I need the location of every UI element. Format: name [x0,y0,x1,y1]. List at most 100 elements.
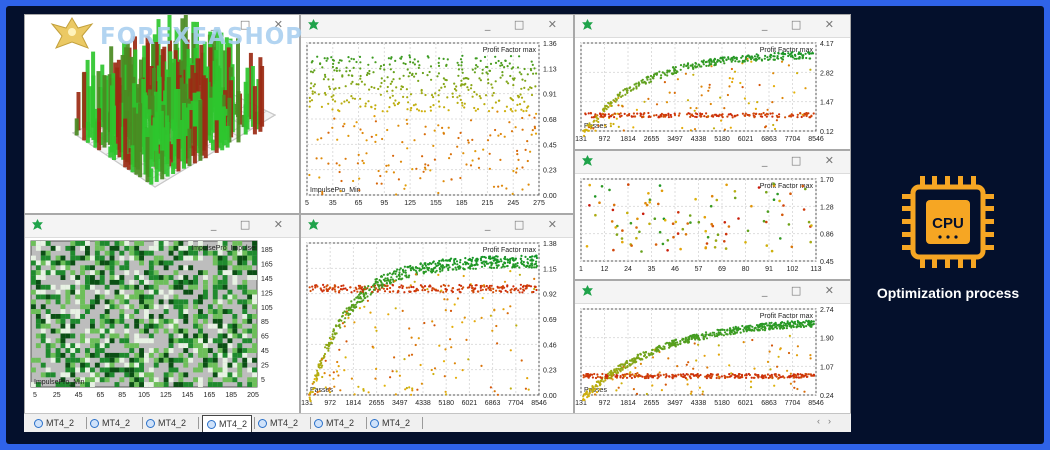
scatter-point [426,263,429,266]
scatter-point [374,61,377,64]
scatter-point [325,343,328,346]
scatter-point [810,321,813,324]
scatter-point [331,287,335,290]
scatter-point [386,85,389,89]
window-buttons[interactable]: _ □ ✕ [762,154,844,167]
bar-3d [108,146,113,158]
scatter-point [626,211,629,215]
chart-tab[interactable]: MT4_2 [146,416,186,430]
chart-tab[interactable]: MT4_2 [314,416,354,430]
scatter-window-right-1[interactable]: _ □ ✕ 4.17 2.82 1.47 0.12 131 972 1814 2655 3497… [574,14,851,150]
heatmap-cell [40,255,46,261]
scatter-point [430,78,433,81]
scatter-point [341,322,344,325]
scatter-point [330,338,333,341]
scatter-point [707,375,710,378]
window-titlebar[interactable]: _ □ ✕ [25,215,299,238]
heatmap-cell [139,279,144,285]
scatter-point [347,316,350,319]
scatter-point [394,393,397,396]
scatter-point [723,107,726,110]
window-buttons[interactable]: _ □ ✕ [762,284,844,297]
chart-tab[interactable]: MT4_2 [90,416,130,430]
scatter-point [496,110,499,113]
window-titlebar[interactable]: _ □ ✕ [301,15,573,38]
scatter-point [520,73,523,76]
heatmap-cell [60,304,66,310]
scatter-point [383,290,387,293]
scatter-point [535,260,538,263]
heatmap-cell [80,284,85,290]
heatmap-cell [70,309,76,314]
window-titlebar[interactable]: _ □ ✕ [301,215,573,238]
scatter-point [368,288,372,291]
heatmap-cell [134,294,140,300]
scatter-point [703,115,706,118]
scatter-point [781,321,784,324]
scatter-point [351,74,354,77]
chart-tab[interactable]: MT4_2 [202,415,253,432]
scatter-point [522,110,525,113]
scatter-point [485,65,488,69]
scatter-window-passes[interactable]: _ □ ✕ 1.38 1.15 0.92 0.69 0.46 0.23 0.00 131 972… [300,214,574,414]
x-tick-label: 102 [787,266,799,273]
window-titlebar[interactable]: _ □ ✕ [575,281,850,304]
scatter-point [812,320,815,323]
heatmap-cell [153,328,159,334]
heatmap-cell [153,357,159,363]
scatter-point [624,374,627,377]
scatter-point [408,386,411,389]
scatter-point [350,82,353,85]
scatter-point [465,77,468,80]
scatter-window-right-2[interactable]: _ □ ✕ 1.70 1.28 0.86 0.45 1 12 24 35 46 57 69 80 91 1… [574,150,851,280]
heatmap-cell [119,299,125,305]
window-titlebar[interactable]: _ □ ✕ [575,151,850,174]
scatter-point [402,271,405,274]
chart-tab-label: MT4_2 [219,419,248,429]
tab-scroll-arrows[interactable]: ‹› [817,416,839,426]
scatter-window-min[interactable]: _ □ ✕ 1.36 1.13 0.91 0.68 0.45 0.23 0.00 5 35 65 9… [300,14,574,214]
heatmap-cell [222,309,228,314]
window-buttons[interactable]: _ □ ✕ [485,18,567,31]
heatmap-cell [153,270,159,276]
heatmap-cell [144,372,149,378]
heatmap-cell [212,367,218,373]
scatter-point [688,214,692,217]
heatmap-cell [134,270,140,276]
chart-tab[interactable]: MT4_2 [258,416,298,430]
chart-tab[interactable]: MT4_2 [370,416,410,430]
scatter-point [360,297,363,300]
scatter-point [534,262,537,265]
x-tick-label: 45 [75,392,83,399]
window-titlebar[interactable]: _ □ ✕ [575,15,850,38]
scatter-point [461,71,464,74]
scatter-point [323,352,327,356]
scatter-point [625,87,628,90]
scatter-point [311,71,314,74]
window-buttons[interactable]: _ □ ✕ [211,218,293,231]
scatter-window-right-3[interactable]: _ □ ✕ 2.74 1.90 1.07 0.24 131 972 1814 2655 3497… [574,280,851,414]
heatmap-window[interactable]: _ □ ✕ 185 165 145 125 105 85 65 45 25 5 5 25 45 65 85 1… [24,214,300,414]
scatter-point [480,256,483,259]
scatter-point [344,317,347,320]
scatter-point [619,369,622,372]
chart-tab[interactable]: MT4_2 [34,416,74,430]
heatmap-cell [99,348,105,353]
scatter-point [494,55,497,58]
scatter-point [394,59,397,62]
scatter-point [803,390,806,393]
heatmap-cell [50,294,56,300]
window-buttons[interactable]: _ □ ✕ [485,218,567,231]
scatter-point [408,354,411,357]
heatmap-cell [50,372,56,378]
scatter-point [519,257,522,260]
heatmap-cell [242,279,248,285]
heatmap-cell [60,309,66,314]
window-buttons[interactable]: _ □ ✕ [762,18,844,31]
scatter-point [487,110,491,113]
heatmap-cell [85,309,90,314]
scatter-point [519,283,522,286]
bar-3d [112,105,116,160]
scatter-point [723,240,726,243]
scatter-point [639,353,642,356]
